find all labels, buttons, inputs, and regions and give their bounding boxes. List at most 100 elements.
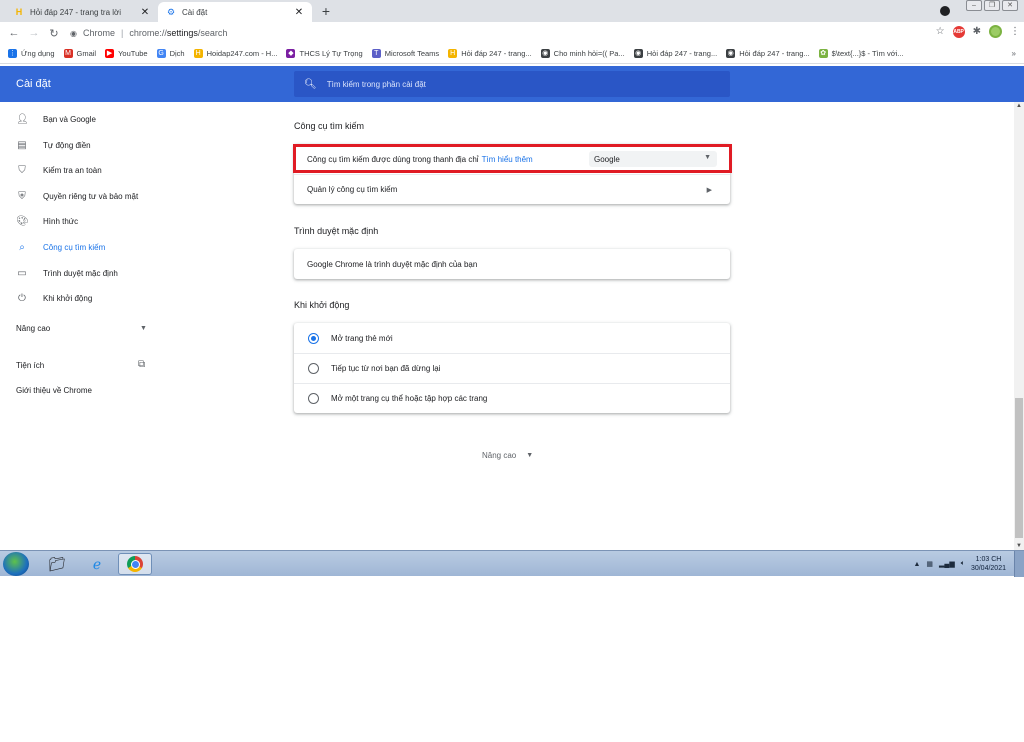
back-arrow-icon[interactable]: ← [4, 27, 24, 39]
startup-option-new-tab[interactable]: Mở trang thẻ mới [294, 323, 730, 353]
chrome-icon [127, 556, 143, 572]
chevron-down-icon: ▼ [526, 452, 534, 459]
sidebar-item-privacy[interactable]: ⛨ Quyền riêng tư và bảo mật [16, 188, 138, 204]
network-icon[interactable]: ▦ [926, 560, 933, 568]
radio-button[interactable] [308, 332, 319, 344]
scroll-up-icon[interactable]: ▲ [1016, 103, 1022, 109]
bookmarks-bar: ⋮ Ứng dụng M Gmail ▶ YouTube G Dịch H Hoidap247.c… [0, 44, 1024, 64]
on-startup-card: Mở trang thẻ mới Tiếp tục từ nơi bạn đã … [294, 323, 730, 413]
manage-search-engines-row[interactable]: Quản lý công cụ tìm kiếm ▶ [294, 174, 730, 204]
bookmark-item[interactable]: M Gmail [63, 49, 96, 58]
sidebar-advanced[interactable]: Nâng cao [16, 324, 50, 333]
profile-avatar[interactable] [989, 25, 1002, 38]
sidebar-item-on-startup[interactable]: ⏻ Khi khởi động [16, 290, 92, 306]
bookmark-item[interactable]: T Microsoft Teams [371, 49, 439, 58]
window-close-icon[interactable]: ✕ [1002, 0, 1018, 11]
gmail-icon: M [63, 49, 73, 58]
start-button[interactable] [3, 552, 29, 576]
extensions-puzzle-icon[interactable]: ✱ [973, 26, 981, 37]
sidebar-item-autofill[interactable]: ▤ Tự động điền [16, 137, 91, 153]
tab-hoidap[interactable]: H Hỏi đáp 247 - trang tra lời ✕ [6, 2, 158, 22]
clock-date: 30/04/2021 [970, 565, 1006, 572]
advanced-settings-button[interactable]: Nâng cao ▼ [482, 451, 533, 460]
maximize-icon[interactable]: ❐ [984, 0, 1000, 11]
tab-strip: H Hỏi đáp 247 - trang tra lời ✕ ⚙ Cài đặ… [0, 0, 1024, 22]
radio-button[interactable] [308, 363, 319, 374]
clock[interactable]: 1:03 CH 30/04/2021 [971, 555, 1006, 573]
startup-option-continue[interactable]: Tiếp tục từ nơi bạn đã dừng lại [294, 353, 730, 383]
file-explorer-icon[interactable]: 📁︎ [40, 553, 74, 575]
startup-option-label: Mở trang thẻ mới [331, 333, 393, 343]
globe-icon: ◉ [540, 49, 550, 58]
bookmark-label: $\text{...}$ - Tìm với... [831, 49, 904, 58]
section-title-on-startup: Khi khởi động [294, 300, 350, 310]
learn-more-link[interactable]: Tìm hiểu thêm [482, 155, 533, 164]
default-browser-status: Google Chrome là trình duyệt mặc định củ… [307, 259, 478, 269]
sidebar-item-appearance[interactable]: 🎨︎ Hình thức [16, 213, 78, 229]
close-icon[interactable]: ✕ [140, 7, 150, 18]
url-text: chrome://settings/search [129, 28, 228, 38]
bookmark-label: YouTube [118, 49, 148, 58]
open-in-new-icon[interactable]: ⧉ [138, 359, 145, 370]
search-engine-select[interactable]: Google ▼ [589, 151, 717, 167]
startup-option-specific-pages[interactable]: Mở một trang cụ thể hoặc tập hợp các tra… [294, 383, 730, 413]
close-icon[interactable]: ✕ [294, 7, 304, 18]
bookmark-item[interactable]: ✿ $\text{...}$ - Tìm với... [818, 49, 904, 58]
bookmark-star-icon[interactable]: ☆ [936, 26, 945, 37]
forward-arrow-icon[interactable]: → [24, 27, 44, 39]
tab-title: Cài đặt [182, 7, 208, 17]
minimize-icon[interactable]: – [966, 0, 982, 11]
bookmarks-overflow-icon[interactable]: » [1012, 49, 1016, 58]
sidebar-item-safety-check[interactable]: ⛉ Kiểm tra an toàn [16, 162, 102, 178]
new-tab-button[interactable]: + [318, 3, 334, 19]
sidebar-item-default-browser[interactable]: ▭ Trình duyệt mặc định [16, 265, 118, 281]
bookmark-item[interactable]: H Hoidap247.com - H... [193, 49, 277, 58]
address-bar[interactable]: ◉ Chrome | chrome://settings/search [70, 25, 910, 41]
radio-button[interactable] [308, 393, 319, 404]
menu-dots-icon[interactable]: ⋮ [1010, 26, 1020, 37]
bookmark-item[interactable]: ◆ THCS Lý Tự Trọng [286, 49, 363, 58]
chevron-down-icon[interactable]: ▼ [140, 325, 147, 332]
chevron-right-icon: ▶ [706, 186, 712, 194]
sidebar-extensions[interactable]: Tiện ích [16, 361, 44, 370]
reload-icon[interactable]: ↻ [44, 27, 64, 40]
advanced-label: Nâng cao [482, 451, 517, 460]
manage-search-engines-label: Quản lý công cụ tìm kiếm [307, 185, 398, 194]
sidebar-item-search-engine[interactable]: ⌕ Công cụ tìm kiếm [16, 239, 105, 255]
sidebar-item-label: Kiểm tra an toàn [43, 165, 102, 175]
bookmark-label: THCS Lý Tự Trọng [299, 49, 363, 58]
bookmark-item[interactable]: ▶ YouTube [105, 49, 148, 58]
chrome-taskbar-button[interactable] [118, 553, 152, 575]
adblock-icon[interactable]: ABP [952, 25, 965, 38]
youtube-icon: ▶ [105, 49, 115, 58]
startup-option-label: Mở một trang cụ thể hoặc tập hợp các tra… [331, 394, 488, 403]
site-name: Chrome [82, 28, 115, 38]
sidebar-item-you-and-google[interactable]: 👤︎ Bạn và Google [16, 111, 96, 127]
settings-search[interactable]: 🔍︎ [294, 71, 730, 97]
tray-expand-icon[interactable]: ▲ [913, 561, 920, 568]
volume-icon[interactable]: 🔈︎ [961, 560, 965, 568]
tab-settings[interactable]: ⚙ Cài đặt ✕ [158, 2, 312, 22]
globe-icon: ◉ [726, 49, 736, 58]
omnibox-separator: | [121, 28, 124, 38]
bookmark-item[interactable]: ◉ Hỏi đáp 247 - trang... [633, 49, 718, 58]
search-input[interactable] [326, 79, 707, 89]
vertical-scrollbar[interactable]: ▲ ▼ [1014, 102, 1024, 550]
bookmark-item[interactable]: ◉ Cho minh hỏi=(( Pa... [540, 49, 625, 58]
bookmark-item[interactable]: ⋮ Ứng dụng [8, 49, 55, 58]
internet-explorer-icon[interactable]: ℯ [80, 553, 114, 575]
scrollbar-thumb[interactable] [1015, 398, 1023, 538]
show-desktop-button[interactable] [1014, 551, 1024, 577]
bookmark-item[interactable]: ◉ Hỏi đáp 247 - trang... [726, 49, 810, 58]
scroll-down-icon[interactable]: ▼ [1016, 543, 1022, 549]
media-indicator-icon[interactable] [940, 6, 950, 16]
bookmark-item[interactable]: H Hỏi đáp 247 - trang... [448, 49, 532, 58]
settings-gear-icon: ⚙ [166, 6, 176, 17]
sidebar-item-label: Tự động điền [43, 140, 91, 150]
bookmark-label: Hỏi đáp 247 - trang... [646, 49, 718, 58]
sidebar-about-chrome[interactable]: Giới thiệu về Chrome [16, 386, 92, 395]
chrome-site-icon: ◉ [70, 28, 77, 38]
signal-icon[interactable]: ▂▄▆ [939, 560, 955, 568]
bookmark-item[interactable]: G Dịch [156, 49, 185, 58]
translate-icon: G [156, 49, 166, 58]
